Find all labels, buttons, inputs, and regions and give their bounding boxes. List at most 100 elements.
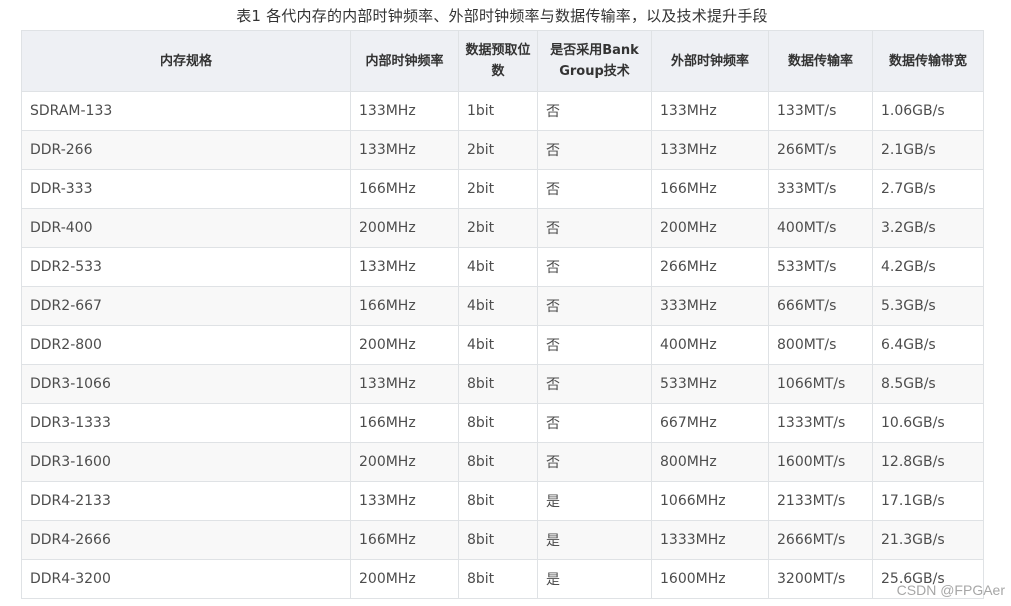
cell-memory-spec: DDR3-1333 [21,403,351,443]
cell-memory-spec: SDRAM-133 [21,91,351,131]
cell-external-clock: 133MHz [651,91,769,131]
cell-external-clock: 1333MHz [651,520,769,560]
cell-prefetch-bits: 8bit [458,364,538,404]
cell-prefetch-bits: 1bit [458,91,538,131]
cell-prefetch-bits: 2bit [458,130,538,170]
header-external-clock: 外部时钟频率 [651,30,769,92]
cell-external-clock: 266MHz [651,247,769,287]
cell-transfer-rate: 3200MT/s [768,559,873,599]
cell-memory-spec: DDR2-667 [21,286,351,326]
table-row: DDR2-667 166MHz 4bit 否 333MHz 666MT/s 5.3GB/s [21,286,984,326]
cell-memory-spec: DDR3-1600 [21,442,351,482]
table-row: DDR3-1066 133MHz 8bit 否 533MHz 1066MT/s 8.5GB/… [21,364,984,404]
cell-bank-group: 否 [537,442,652,482]
cell-prefetch-bits: 8bit [458,520,538,560]
cell-external-clock: 533MHz [651,364,769,404]
cell-internal-clock: 166MHz [350,403,459,443]
cell-external-clock: 133MHz [651,130,769,170]
table-row: DDR3-1333 166MHz 8bit 否 667MHz 1333MT/s 10.6GB… [21,403,984,443]
cell-memory-spec: DDR2-533 [21,247,351,287]
table-row: DDR-333 166MHz 2bit 否 166MHz 333MT/s 2.7GB/s [21,169,984,209]
cell-prefetch-bits: 2bit [458,208,538,248]
header-internal-clock: 内部时钟频率 [350,30,459,92]
cell-prefetch-bits: 8bit [458,559,538,599]
cell-internal-clock: 133MHz [350,364,459,404]
cell-bank-group: 是 [537,481,652,521]
cell-external-clock: 667MHz [651,403,769,443]
cell-memory-spec: DDR-333 [21,169,351,209]
cell-external-clock: 200MHz [651,208,769,248]
cell-transfer-rate: 2666MT/s [768,520,873,560]
cell-transfer-rate: 133MT/s [768,91,873,131]
cell-bandwidth: 2.1GB/s [872,130,984,170]
cell-bank-group: 否 [537,364,652,404]
cell-bandwidth: 5.3GB/s [872,286,984,326]
cell-memory-spec: DDR3-1066 [21,364,351,404]
cell-bank-group: 是 [537,520,652,560]
cell-transfer-rate: 1600MT/s [768,442,873,482]
cell-internal-clock: 133MHz [350,247,459,287]
cell-bandwidth: 3.2GB/s [872,208,984,248]
cell-bank-group: 否 [537,169,652,209]
cell-bank-group: 否 [537,91,652,131]
cell-bank-group: 否 [537,286,652,326]
cell-transfer-rate: 333MT/s [768,169,873,209]
table-row: DDR-266 133MHz 2bit 否 133MHz 266MT/s 2.1GB/s [21,130,984,170]
memory-spec-table: 内存规格 内部时钟频率 数据预取位数 是否采用Bank Group技术 外部时钟… [21,30,984,599]
cell-bandwidth: 12.8GB/s [872,442,984,482]
cell-internal-clock: 200MHz [350,208,459,248]
cell-prefetch-bits: 4bit [458,325,538,365]
table-row: DDR3-1600 200MHz 8bit 否 800MHz 1600MT/s 12.8GB… [21,442,984,482]
header-memory-spec: 内存规格 [21,30,351,92]
cell-transfer-rate: 266MT/s [768,130,873,170]
cell-bank-group: 否 [537,325,652,365]
cell-external-clock: 800MHz [651,442,769,482]
table-row: DDR2-800 200MHz 4bit 否 400MHz 800MT/s 6.4GB/s [21,325,984,365]
cell-bank-group: 否 [537,130,652,170]
cell-transfer-rate: 666MT/s [768,286,873,326]
cell-transfer-rate: 400MT/s [768,208,873,248]
cell-prefetch-bits: 4bit [458,247,538,287]
cell-external-clock: 400MHz [651,325,769,365]
watermark: CSDN @FPGAer [896,582,1005,598]
cell-internal-clock: 133MHz [350,481,459,521]
cell-prefetch-bits: 8bit [458,403,538,443]
cell-bandwidth: 21.3GB/s [872,520,984,560]
table-row: DDR-400 200MHz 2bit 否 200MHz 400MT/s 3.2GB/s [21,208,984,248]
cell-internal-clock: 200MHz [350,559,459,599]
header-transfer-rate: 数据传输率 [768,30,873,92]
cell-memory-spec: DDR4-3200 [21,559,351,599]
header-bandwidth: 数据传输带宽 [872,30,984,92]
cell-prefetch-bits: 4bit [458,286,538,326]
cell-bandwidth: 17.1GB/s [872,481,984,521]
cell-internal-clock: 166MHz [350,286,459,326]
cell-memory-spec: DDR-266 [21,130,351,170]
table-row: DDR4-2666 166MHz 8bit 是 1333MHz 2666MT/s 21.3G… [21,520,984,560]
cell-external-clock: 166MHz [651,169,769,209]
header-prefetch-bits: 数据预取位数 [458,30,538,92]
cell-internal-clock: 166MHz [350,520,459,560]
cell-bank-group: 是 [537,559,652,599]
table-row: SDRAM-133 133MHz 1bit 否 133MHz 133MT/s 1.06GB/… [21,91,984,131]
cell-internal-clock: 133MHz [350,130,459,170]
cell-bank-group: 否 [537,403,652,443]
cell-transfer-rate: 1066MT/s [768,364,873,404]
cell-bandwidth: 6.4GB/s [872,325,984,365]
cell-memory-spec: DDR4-2666 [21,520,351,560]
cell-prefetch-bits: 8bit [458,481,538,521]
cell-internal-clock: 200MHz [350,325,459,365]
cell-bank-group: 否 [537,247,652,287]
cell-internal-clock: 200MHz [350,442,459,482]
cell-prefetch-bits: 8bit [458,442,538,482]
cell-external-clock: 333MHz [651,286,769,326]
table-header-row: 内存规格 内部时钟频率 数据预取位数 是否采用Bank Group技术 外部时钟… [21,30,984,92]
table-row: DDR2-533 133MHz 4bit 否 266MHz 533MT/s 4.2GB/s [21,247,984,287]
header-bank-group: 是否采用Bank Group技术 [537,30,652,92]
cell-bandwidth: 2.7GB/s [872,169,984,209]
table-row: DDR4-2133 133MHz 8bit 是 1066MHz 2133MT/s 17.1G… [21,481,984,521]
cell-external-clock: 1600MHz [651,559,769,599]
cell-internal-clock: 166MHz [350,169,459,209]
cell-memory-spec: DDR2-800 [21,325,351,365]
cell-bandwidth: 1.06GB/s [872,91,984,131]
cell-bandwidth: 8.5GB/s [872,364,984,404]
